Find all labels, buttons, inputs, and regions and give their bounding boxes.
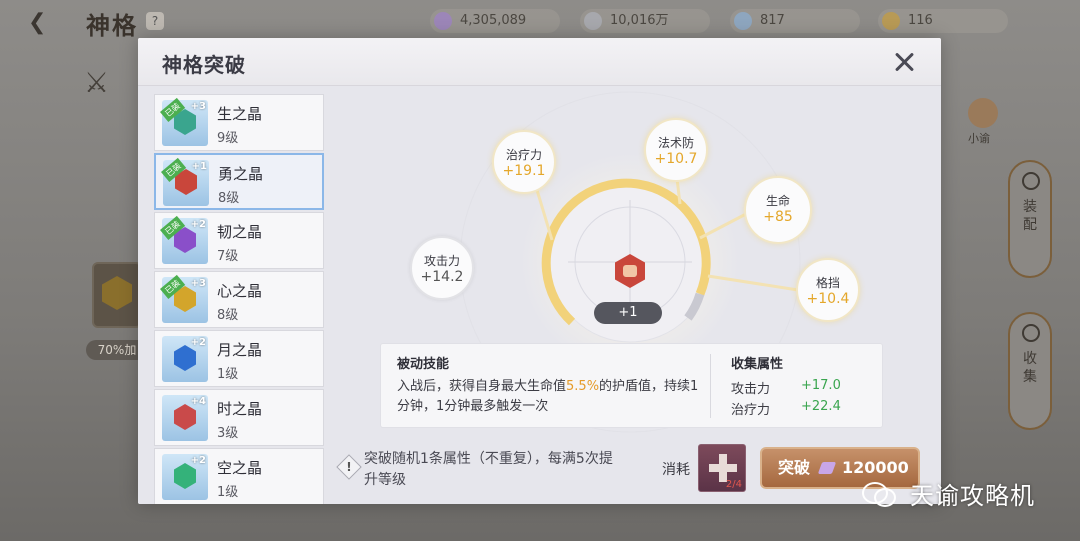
attr-label: 生命 <box>765 194 790 208</box>
attr-label: 治疗力 <box>505 148 542 162</box>
desc-highlight: 5.5% <box>566 379 600 394</box>
wechat-icon <box>862 480 896 507</box>
attr-value: +19.1 <box>502 163 546 179</box>
attr-value: +10.4 <box>806 291 850 307</box>
break-note: 突破随机1条属性（不重复），每满5次提升等级 <box>364 451 613 488</box>
attr-value: +85 <box>763 209 793 225</box>
desc-text: 入战后，获得自身最大生命值 <box>397 379 567 394</box>
cost-label: 消耗 <box>662 462 690 478</box>
collection-title: 收集属性 <box>731 357 784 372</box>
attr-bubble-hp: 生命 +85 <box>744 176 812 244</box>
divider <box>710 354 711 418</box>
attr-bubble-heal: 治疗力 +19.1 <box>492 130 556 194</box>
attr-label: 攻击力 <box>423 254 460 268</box>
attr-bubble-block: 格挡 +10.4 <box>796 258 860 322</box>
info-panel: 被动技能 入战后，获得自身最大生命值5.5%的护盾值，持续1分钟，1分钟最多触发… <box>380 343 883 428</box>
attr-value: +10.7 <box>654 151 698 167</box>
collection-stat-value: +17.0 <box>801 378 841 393</box>
collection-stat-value: +22.4 <box>801 399 841 414</box>
cross-material-icon-bar <box>709 464 737 472</box>
attr-bubble-mdef: 法术防 +10.7 <box>644 118 708 182</box>
level-pill: +1 <box>594 302 662 324</box>
break-button-label: 突破 <box>778 458 811 477</box>
attr-bubble-attack: 攻击力 +14.2 <box>410 236 474 300</box>
watermark: 天谕攻略机 <box>910 482 1035 510</box>
cost-item-slot[interactable]: 2/4 <box>698 444 746 492</box>
attr-label: 法术防 <box>657 136 694 150</box>
cost-item-count: 2/4 <box>725 479 742 490</box>
attr-label: 格挡 <box>815 276 840 290</box>
gem-currency-icon <box>817 462 837 474</box>
passive-title: 被动技能 <box>397 357 450 372</box>
collection-stat-name: 攻击力 <box>731 382 771 397</box>
break-button[interactable]: 突破 120000 <box>760 447 920 489</box>
collection-stat-name: 治疗力 <box>731 403 771 418</box>
passive-description: 入战后，获得自身最大生命值5.5%的护盾值，持续1分钟，1分钟最多触发一次 <box>397 377 707 417</box>
attr-value: +14.2 <box>420 269 464 285</box>
wolf-emblem-icon <box>623 265 637 277</box>
